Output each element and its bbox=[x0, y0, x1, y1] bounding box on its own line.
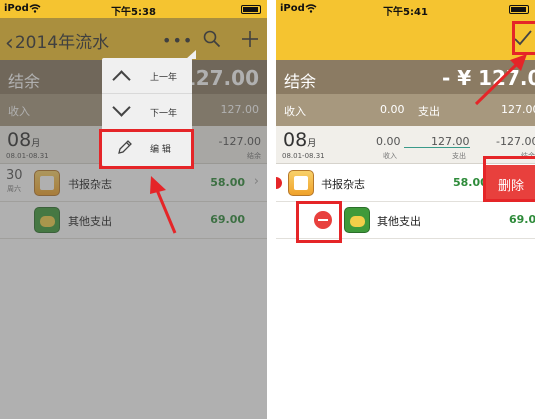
left-screen: iPod 下午5:38 ‹2014年流水 ••• 结余 127.00 收入 12… bbox=[0, 0, 267, 419]
right-screen: iPod 下午5:41 结余 - ¥ 127.00 收入 0.00 支出 127… bbox=[276, 0, 535, 419]
annotation-arrow bbox=[150, 176, 177, 234]
divider bbox=[267, 0, 276, 419]
annotation-arrow bbox=[474, 54, 527, 106]
